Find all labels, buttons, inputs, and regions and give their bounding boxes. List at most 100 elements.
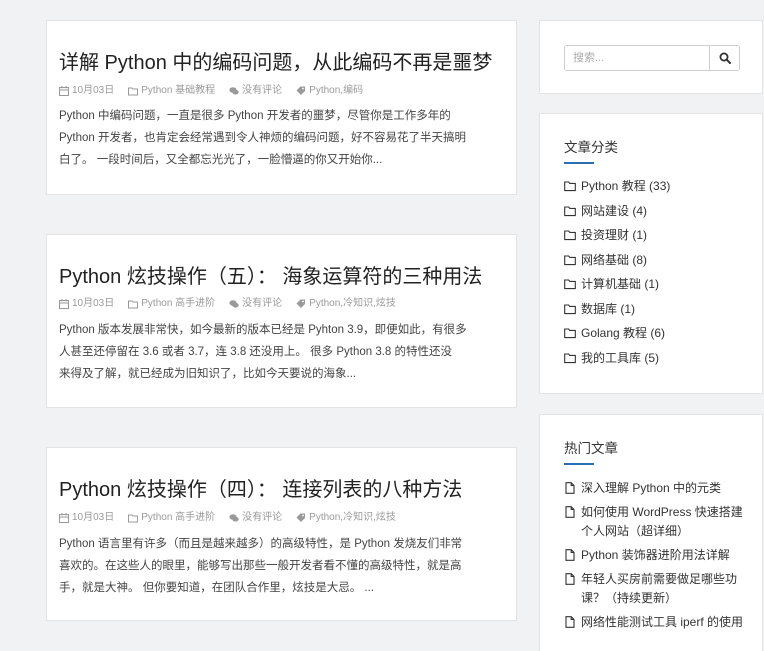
hot-post-link: 深入理解 Python 中的元类 [581,481,722,495]
search-icon [719,52,731,64]
category-item[interactable]: 网络基础 (8) [564,249,670,274]
post-comments-link[interactable]: 没有评论 [242,512,282,524]
search-form [564,45,740,71]
post-date-text: 10月03日 [72,298,115,309]
folder-icon [564,279,576,290]
post-date: 10月03日 [59,512,114,524]
category-label: 投资理财 (1) [581,228,648,242]
post-comments: 没有评论 [229,298,282,310]
hot-post-link: 网络性能测试工具 iperf 的使用 [581,615,744,629]
excerpt-line: Python 版本发展非常快，如今最新的版本已经是 Pyhton 3.9，即便如… [59,324,467,336]
folder-icon [128,87,139,96]
post-date: 10月03日 [59,298,114,310]
post-card: 详解 Python 中的编码问题，从此编码不再是噩梦 10月03日 Python… [46,20,517,195]
excerpt-line: Python 开发者，也肯定会经常遇到令人神烦的编码问题，好不容易花了半天搞明 [59,132,466,144]
search-widget [539,20,763,94]
tags-icon [296,299,306,308]
folder-icon [564,352,576,363]
excerpt-line: Python 中编码问题，一直是很多 Python 开发者的噩梦，尽管你是工作多… [59,110,451,122]
hot-post-link: 年轻人买房前需要做足哪些功课？（持续更新） [581,572,738,605]
post-category-link[interactable]: Python 高手进阶 [141,298,215,310]
post-tags-link[interactable]: Python,冷知识,炫技 [309,512,396,524]
hot-post-item[interactable]: 如何使用 WordPress 快速搭建个人网站（超详细） [564,503,748,541]
excerpt-line: 白了。 一段时间后，又全都忘光光了，一脸懵逼的你又开始你... [59,154,383,166]
comments-icon [229,87,239,95]
post-tags-link[interactable]: Python,编码 [309,85,363,97]
post-meta: 10月03日 Python 高手进阶 没有评论 Python,冷知识,炫技 [59,298,410,310]
folder-icon [564,230,576,241]
category-label: 我的工具库 (5) [581,350,660,365]
hot-post-list: 深入理解 Python 中的元类 如何使用 WordPress 快速搭建个人网站… [564,479,748,637]
category-item[interactable]: Python 教程 (33) [564,175,670,200]
hot-post-item[interactable]: 深入理解 Python 中的元类 [564,479,748,498]
hot-post-item[interactable]: Python 装饰器进阶用法详解 [564,546,748,565]
post-meta: 10月03日 Python 高手进阶 没有评论 Python,冷知识,炫技 [59,512,410,524]
post-date-text: 10月03日 [72,85,115,96]
post-date: 10月03日 [59,85,114,97]
post-title-link[interactable]: Python 炫技操作（四）： 连接列表的八种方法 [59,478,462,502]
folder-icon [564,254,576,265]
post-tags: Python,冷知识,炫技 [296,298,396,310]
post-comments-link[interactable]: 没有评论 [242,298,282,310]
post-category: Python 基础教程 [128,85,215,97]
file-icon [565,506,575,518]
post-category-link[interactable]: Python 基础教程 [141,85,215,97]
search-button[interactable] [709,46,739,70]
post-tags: Python,冷知识,炫技 [296,512,396,524]
widget-title-underline [564,463,594,465]
category-label: 数据库 (1) [581,301,636,316]
tags-icon [296,513,306,522]
post-tags-link[interactable]: Python,冷知识,炫技 [309,298,396,310]
folder-icon [564,303,576,314]
folder-icon [564,181,576,192]
post-comments-link[interactable]: 没有评论 [242,85,282,97]
category-item[interactable]: 我的工具库 (5) [564,347,670,372]
calendar-icon [59,299,69,309]
post-comments: 没有评论 [229,85,282,97]
file-icon [565,549,575,561]
post-category: Python 高手进阶 [128,298,215,310]
post-title-link[interactable]: 详解 Python 中的编码问题，从此编码不再是噩梦 [59,51,492,75]
search-input[interactable] [565,46,709,70]
category-label: 网站建设 (4) [581,203,648,218]
category-item[interactable]: 网站建设 (4) [564,200,670,225]
widget-title: 热门文章 [564,441,618,456]
post-category-link[interactable]: Python 高手进阶 [141,512,215,524]
folder-icon [128,514,139,523]
category-list: Python 教程 (33) 网站建设 (4) 投资理财 (1) 网络基础 (8… [564,175,670,371]
tags-icon [296,86,306,95]
category-item[interactable]: 投资理财 (1) [564,224,670,249]
category-item[interactable]: 数据库 (1) [564,298,670,323]
folder-icon [564,328,576,339]
widget-title-underline [564,162,594,164]
post-card: Python 炫技操作（五）： 海象运算符的三种用法 10月03日 Python… [46,234,517,408]
categories-widget: 文章分类 Python 教程 (33) 网站建设 (4) 投资理财 (1) 网络… [539,113,763,394]
calendar-icon [59,86,69,96]
post-title-link[interactable]: Python 炫技操作（五）： 海象运算符的三种用法 [59,265,482,289]
post-excerpt: Python 语言里有许多（而且是越来越多）的高级特性，是 Python 发烧友… [59,533,507,599]
excerpt-line: 来得及了解，就已经成为旧知识了，比如今天要说的海象... [59,368,357,380]
excerpt-line: Python 语言里有许多（而且是越来越多）的高级特性，是 Python 发烧友… [59,538,463,550]
excerpt-line: 手，就是大神。 但你要知道，在团队合作里，炫技是大忌。 ... [59,582,374,594]
hot-post-item[interactable]: 网络性能测试工具 iperf 的使用 [564,613,748,632]
file-icon [565,482,575,494]
post-excerpt: Python 中编码问题，一直是很多 Python 开发者的噩梦，尽管你是工作多… [59,105,507,171]
post-comments: 没有评论 [229,512,282,524]
category-label: Python 教程 (33) [581,179,671,193]
post-date-text: 10月03日 [72,512,115,523]
category-label: 网络基础 (8) [581,252,648,267]
category-item[interactable]: 计算机基础 (1) [564,273,670,298]
widget-title: 文章分类 [564,140,618,155]
category-label: Golang 教程 (6) [581,326,666,340]
hot-post-item[interactable]: 年轻人买房前需要做足哪些功课？（持续更新） [564,570,748,608]
hot-posts-widget: 热门文章 深入理解 Python 中的元类 如何使用 WordPress 快速搭… [539,414,763,651]
hot-post-link: 如何使用 WordPress 快速搭建个人网站（超详细） [581,505,743,538]
excerpt-line: 喜欢的。在这些人的眼里，能够写出那些一般开发者看不懂的高级特性，就是高 [59,560,462,572]
post-tags: Python,编码 [296,85,363,97]
comments-icon [229,514,239,522]
folder-icon [128,300,139,309]
category-item[interactable]: Golang 教程 (6) [564,322,670,347]
comments-icon [229,300,239,308]
file-icon [565,573,575,585]
post-card: Python 炫技操作（四）： 连接列表的八种方法 10月03日 Python … [46,447,517,621]
